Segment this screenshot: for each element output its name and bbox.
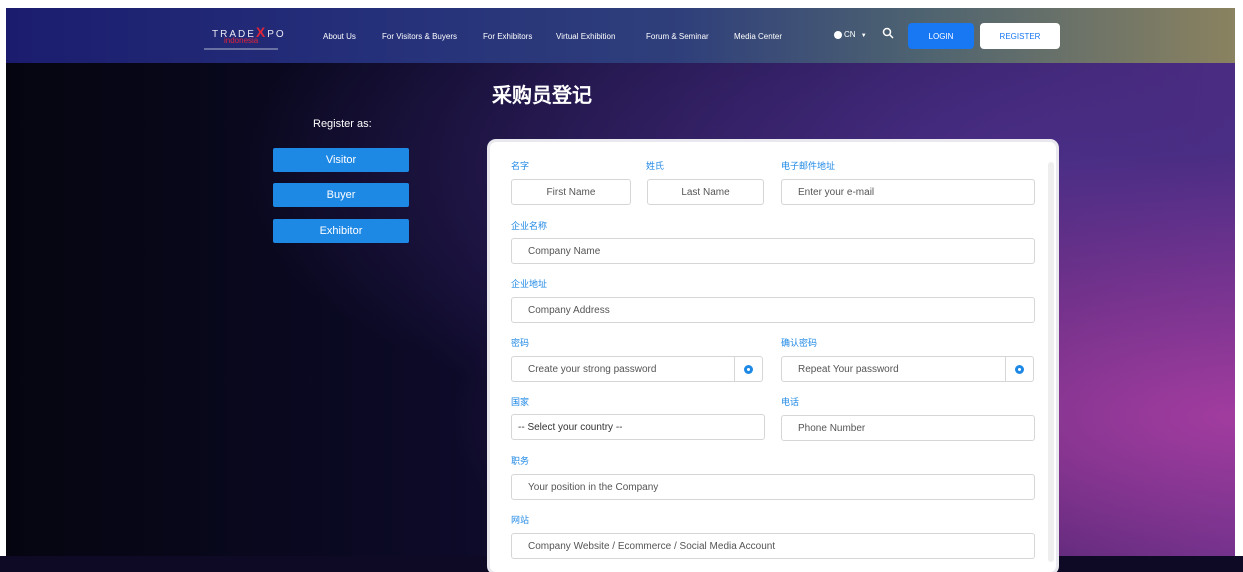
nav-item-visitors-buyers[interactable]: For Visitors & Buyers [382,32,457,41]
email-input[interactable]: Enter your e-mail [781,179,1035,205]
website-input[interactable]: Company Website / Ecommerce / Social Med… [511,533,1035,559]
company-name-label: 企业名称 [511,222,548,232]
top-navbar: TRADEXPO indonesia About Us For Visitors… [6,8,1235,63]
search-icon[interactable] [882,27,894,39]
eye-icon [1015,364,1024,374]
language-selector[interactable]: CN ▼ [834,30,867,39]
logo-subtext: indonesia [224,36,259,45]
email-label: 电子邮件地址 [781,162,836,172]
visitor-button[interactable]: Visitor [273,148,409,172]
last-name-input[interactable]: Last Name [647,179,764,205]
country-select[interactable]: -- Select your country -- [511,414,765,440]
page-title: 采购员登记 [492,83,592,107]
language-label: CN [844,30,856,39]
register-button[interactable]: REGISTER [980,23,1060,49]
nav-item-forum-seminar[interactable]: Forum & Seminar [646,32,709,41]
confirm-password-input[interactable]: Repeat Your password [781,356,1006,382]
first-name-input[interactable]: First Name [511,179,631,205]
website-label: 网站 [511,516,530,526]
eye-icon [744,364,753,374]
company-name-input[interactable]: Company Name [511,238,1035,264]
company-address-input[interactable]: Company Address [511,297,1035,323]
last-name-label: 姓氏 [646,162,665,172]
nav-item-exhibitors[interactable]: For Exhibitors [483,32,532,41]
password-input[interactable]: Create your strong password [511,356,735,382]
first-name-label: 名字 [511,162,530,172]
nav-item-media-center[interactable]: Media Center [734,32,782,41]
buyer-button[interactable]: Buyer [273,183,409,207]
form-scrollbar[interactable] [1048,162,1054,562]
position-label: 职务 [511,457,530,467]
login-button[interactable]: LOGIN [908,23,974,49]
nav-item-about-us[interactable]: About Us [323,32,356,41]
logo-underline [204,48,278,50]
register-as-label: Register as: [313,118,372,130]
chevron-down-icon: ▼ [860,33,867,39]
country-label: 国家 [511,398,530,408]
phone-input[interactable]: Phone Number [781,415,1035,441]
globe-icon [834,30,842,39]
exhibitor-button[interactable]: Exhibitor [273,219,409,243]
registration-form: 名字 姓氏 电子邮件地址 First Name Last Name Enter … [490,142,1056,572]
password-label: 密码 [511,339,530,349]
site-logo[interactable]: TRADEXPO indonesia [202,18,286,52]
confirm-password-label: 确认密码 [781,339,818,349]
confirm-password-visibility-toggle[interactable] [1006,356,1034,382]
password-visibility-toggle[interactable] [735,356,763,382]
position-input[interactable]: Your position in the Company [511,474,1035,500]
phone-label: 电话 [781,398,800,408]
nav-item-virtual-exhibition[interactable]: Virtual Exhibition [556,32,615,41]
company-address-label: 企业地址 [511,280,548,290]
